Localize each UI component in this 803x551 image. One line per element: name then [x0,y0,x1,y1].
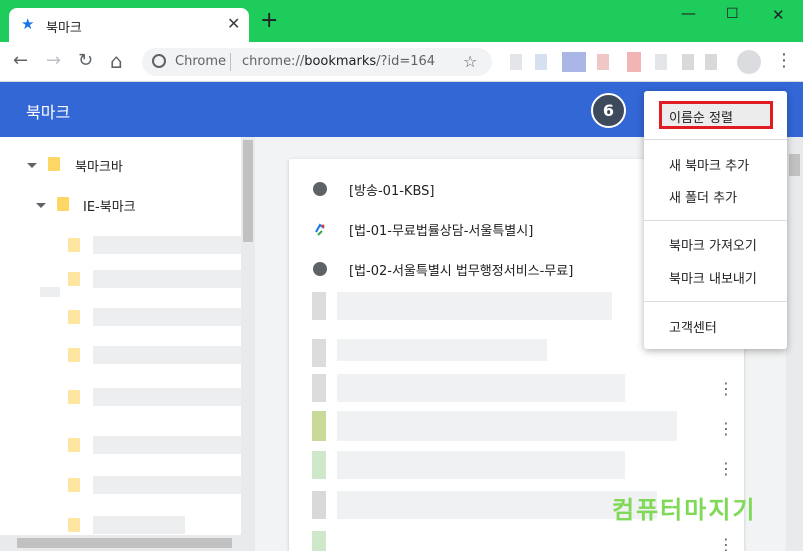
list-item[interactable] [312,531,326,551]
sidebar-item[interactable] [93,346,241,364]
sidebar-item[interactable] [93,270,241,288]
sidebar-hscroll-thumb[interactable] [17,538,232,548]
folder-tree-sidebar: 북마크바 IE-북마크 [0,137,255,551]
sidebar-item[interactable] [93,308,241,326]
tab-bookmarks[interactable]: ★ 북마크 ✕ [9,8,249,42]
list-item-label[interactable]: [방송-01-KBS] [349,180,434,199]
seoul-logo-icon [313,222,327,236]
page-title: 북마크 [26,103,71,122]
forward-button[interactable]: → [46,51,61,71]
profile-avatar[interactable] [737,50,761,74]
list-item[interactable] [312,411,326,441]
bookmark-star-icon[interactable]: ☆ [463,52,477,71]
omnibox-url[interactable]: chrome://bookmarks/?id=164 [242,54,435,69]
folder-icon [68,348,80,362]
sidebar-item[interactable] [93,236,241,254]
extension-icon[interactable] [562,52,586,72]
extension-icon[interactable] [535,54,547,70]
list-item[interactable] [312,339,326,367]
folder-icon [48,157,60,171]
expand-arrow-icon[interactable] [27,163,37,168]
main-scroll-thumb[interactable] [789,154,800,176]
folder-icon [68,438,80,452]
title-bar: ★ 북마크 ✕ + — ☐ ✕ [0,0,803,42]
folder-icon [68,310,80,324]
list-item[interactable] [337,374,625,402]
omnibox-divider [230,53,231,71]
extension-icon[interactable] [510,54,522,70]
menu-divider [644,139,787,140]
menu-item-export-bookmarks[interactable]: 북마크 내보내기 [669,268,757,287]
watermark-text: 컴퓨터마지기 [612,496,757,524]
extension-icon[interactable] [655,54,667,70]
list-item[interactable] [337,339,547,361]
browser-toolbar: ← → ↻ ⌂ Chrome chrome://bookmarks/?id=16… [0,42,803,82]
extension-icon[interactable] [597,54,609,70]
menu-item-add-bookmark[interactable]: 새 북마크 추가 [669,155,749,174]
expand-arrow-icon[interactable] [36,203,46,208]
folder-icon [68,518,80,532]
folder-icon [68,272,80,286]
close-window-button[interactable]: ✕ [772,6,785,24]
list-item[interactable] [312,374,326,402]
menu-divider [644,220,787,221]
menu-item-help-center[interactable]: 고객센터 [669,317,717,336]
more-actions-icon[interactable]: ⋮ [718,461,734,477]
menu-divider [644,301,787,302]
bookmark-star-icon: ★ [21,15,35,33]
sidebar-item[interactable] [93,476,241,494]
step-badge: 6 [591,93,626,128]
new-tab-button[interactable]: + [260,10,278,32]
back-button[interactable]: ← [13,51,28,71]
tab-title: 북마크 [46,21,82,36]
folder-icon [68,478,80,492]
list-item[interactable] [337,451,625,479]
chrome-page-icon [152,54,166,68]
sidebar-item[interactable] [93,436,241,454]
list-item[interactable] [337,292,612,320]
folder-icon [68,238,80,252]
organize-menu: 이름순 정렬 새 북마크 추가 새 폴더 추가 북마크 가져오기 북마크 내보내… [644,91,787,349]
folder-icon [57,197,69,211]
home-button[interactable]: ⌂ [110,51,123,71]
list-item[interactable] [312,292,326,320]
reload-button[interactable]: ↻ [78,51,93,71]
list-item[interactable] [337,491,657,519]
extension-icon[interactable] [627,52,641,72]
more-actions-icon[interactable]: ⋮ [718,421,734,437]
address-bar[interactable]: Chrome chrome://bookmarks/?id=164 ☆ [142,48,492,76]
globe-icon [313,262,327,276]
main-vertical-scrollbar[interactable] [786,137,803,551]
sidebar-item-ie-bookmarks[interactable]: IE-북마크 [83,196,136,215]
sidebar-item[interactable] [93,516,185,534]
list-item[interactable] [312,451,326,479]
list-item-label[interactable]: [법-01-무료법률상담-서울특별시] [349,220,533,239]
menu-item-add-folder[interactable]: 새 폴더 추가 [669,187,737,206]
globe-icon [313,182,327,196]
minimize-button[interactable]: — [681,4,696,22]
menu-item-import-bookmarks[interactable]: 북마크 가져오기 [669,235,757,254]
sidebar-item-bookmarks-bar[interactable]: 북마크바 [75,156,123,175]
sidebar-scroll-thumb[interactable] [243,140,253,242]
extension-icon[interactable] [682,54,694,70]
omnibox-origin: Chrome [175,54,226,69]
extension-icon[interactable] [705,54,717,70]
folder-icon [68,390,80,404]
list-item[interactable] [312,491,326,519]
list-item[interactable] [337,411,677,441]
maximize-button[interactable]: ☐ [726,6,739,22]
sidebar-item[interactable] [93,388,241,406]
menu-item-sort-by-name[interactable]: 이름순 정렬 [669,107,733,126]
list-item-label[interactable]: [법-02-서울특별시 법무행정서비스-무료] [349,260,573,279]
chrome-menu-icon[interactable]: ⋮ [775,50,793,72]
tab-close-icon[interactable]: ✕ [227,14,240,33]
more-actions-icon[interactable]: ⋮ [718,381,734,397]
more-actions-icon[interactable]: ⋮ [718,537,734,551]
sidebar-item [40,287,60,297]
